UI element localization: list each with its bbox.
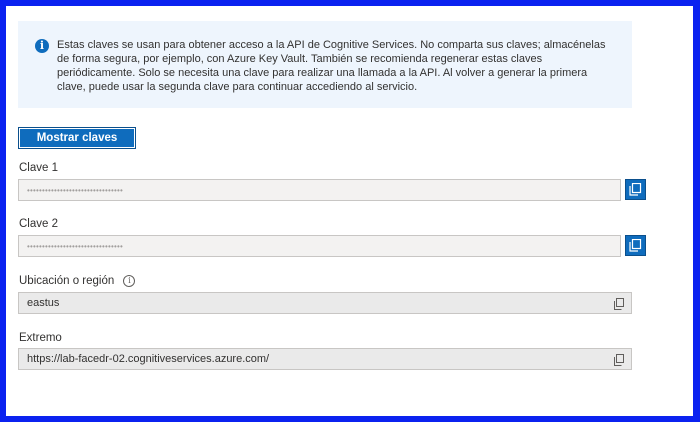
- info-icon[interactable]: i: [123, 275, 136, 287]
- show-keys-button[interactable]: Mostrar claves: [18, 127, 136, 149]
- key2-label: Clave 2: [19, 218, 58, 230]
- location-label: Ubicación o región: [19, 275, 115, 287]
- key2-field[interactable]: ••••••••••••••••••••••••••••••••: [18, 235, 621, 257]
- key1-label: Clave 1: [19, 162, 58, 174]
- copy-icon[interactable]: [613, 354, 625, 366]
- key2-copy-button[interactable]: [625, 235, 646, 256]
- info-banner-text: Estas claves se usan para obtener acceso…: [57, 39, 606, 93]
- location-value: eastus: [27, 297, 60, 309]
- copy-icon[interactable]: [613, 298, 625, 310]
- key1-copy-button[interactable]: [625, 179, 646, 200]
- location-label-row: Ubicación o región i: [19, 275, 136, 287]
- copy-icon: [629, 183, 642, 196]
- info-banner: i Estas claves se usan para obtener acce…: [18, 21, 632, 108]
- copy-icon: [629, 239, 642, 252]
- info-circle-icon: i: [35, 39, 49, 53]
- endpoint-value: https://lab-facedr-02.cognitiveservices.…: [27, 353, 270, 365]
- key1-field[interactable]: ••••••••••••••••••••••••••••••••: [18, 179, 621, 201]
- location-field: eastus: [18, 292, 632, 314]
- endpoint-field: https://lab-facedr-02.cognitiveservices.…: [18, 348, 632, 370]
- keys-panel: i Estas claves se usan para obtener acce…: [6, 6, 693, 416]
- endpoint-label: Extremo: [19, 332, 62, 344]
